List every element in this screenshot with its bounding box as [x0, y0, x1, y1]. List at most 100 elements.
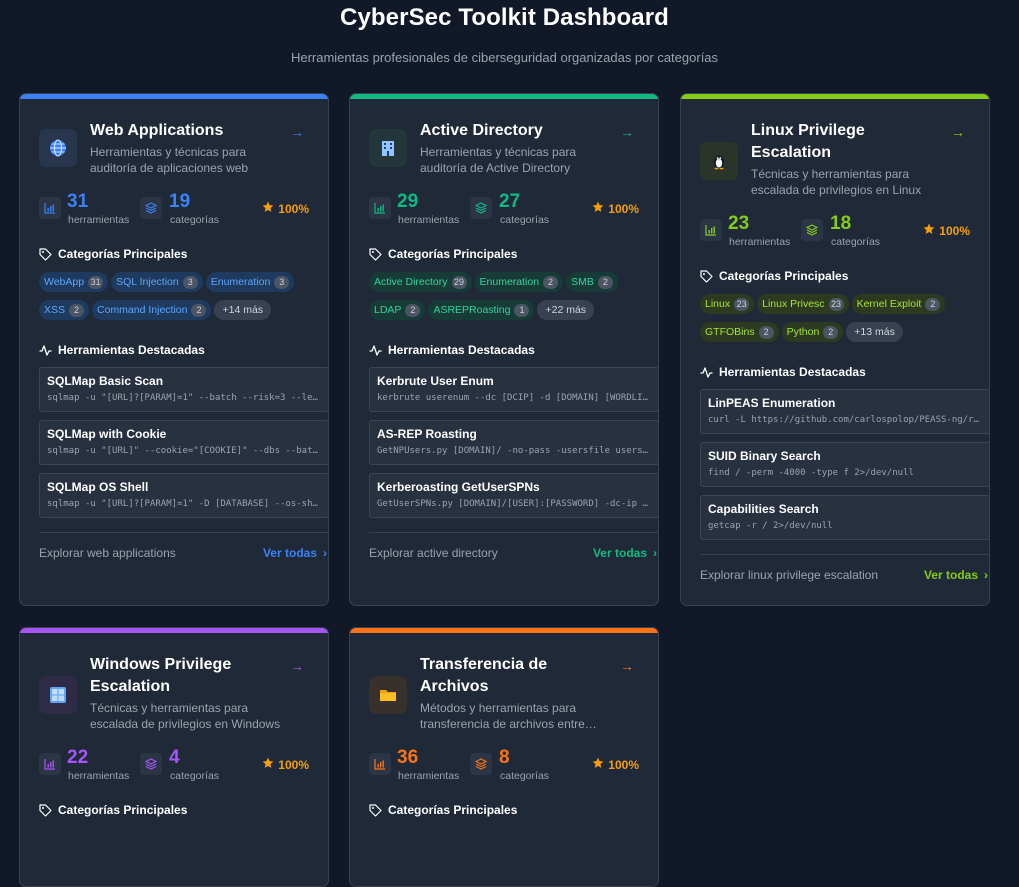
category-chip[interactable]: Command Injection 2: [92, 300, 212, 320]
category-chip[interactable]: Enumeration 2: [474, 272, 564, 292]
tool-name: SQLMap OS Shell: [47, 480, 149, 494]
category-chip[interactable]: XSS 2: [39, 300, 90, 320]
tools-label: herramientas: [398, 770, 460, 782]
tag-icon: [39, 803, 52, 817]
tool-command: GetUserSPNs.py [DOMAIN]/[USER]:[PASSWORD…: [377, 499, 651, 509]
arrow-right-icon[interactable]: →: [620, 124, 634, 140]
categories-label: categorías: [831, 236, 881, 248]
tool-command: getcap -r / 2>/dev/null: [708, 521, 833, 531]
tool-item[interactable]: SQLMap Basic Scan sqlmap -u "[URL]?[PARAM…: [39, 367, 328, 412]
chip-label: Linux: [705, 298, 731, 310]
main-categories-heading: Categorías Principales: [369, 803, 517, 817]
chip-count: 2: [823, 325, 839, 339]
category-chip[interactable]: ASREPRoasting 1: [428, 300, 535, 320]
tool-name: AS-REP Roasting: [377, 427, 477, 441]
arrow-right-icon[interactable]: →: [951, 124, 965, 140]
arrow-right-icon[interactable]: →: [290, 124, 304, 140]
rating: 100%: [262, 757, 309, 772]
chip-label: Enumeration: [210, 276, 271, 288]
card-title[interactable]: Active Directory: [420, 120, 610, 142]
tool-item[interactable]: LinPEAS Enumeration curl -L https://githu…: [700, 389, 989, 434]
card-description: Métodos y herramientas para transferenci…: [420, 701, 597, 731]
chip-count: 2: [191, 303, 207, 317]
category-chip[interactable]: GTFOBins 2: [700, 322, 779, 342]
tools-label: herramientas: [398, 214, 460, 226]
more-chip[interactable]: +22 más: [537, 300, 595, 320]
category-chip[interactable]: LDAP 2: [369, 300, 426, 320]
tool-command: kerbrute userenum --dc [DCIP] -d [DOMAIN…: [377, 393, 651, 403]
see-all-link[interactable]: Ver todas ›: [593, 546, 657, 560]
chip-count: 23: [734, 297, 750, 311]
chip-label: ASREPRoasting: [433, 304, 511, 316]
rating-value: 100%: [608, 757, 639, 772]
tool-command: GetNPUsers.py [DOMAIN]/ -no-pass -usersf…: [377, 446, 651, 456]
chevron-right-icon: ›: [653, 546, 657, 560]
more-chip[interactable]: +14 más: [214, 300, 272, 320]
chip-label: Python: [786, 326, 820, 338]
tool-item[interactable]: Capabilities Search getcap -r / 2>/dev/nu…: [700, 495, 989, 540]
tool-item[interactable]: Kerberoasting GetUserSPNs GetUserSPNs.py …: [369, 473, 658, 518]
card-title[interactable]: Windows Privilege Escalation: [90, 654, 280, 698]
tool-item[interactable]: AS-REP Roasting GetNPUsers.py [DOMAIN]/ -…: [369, 420, 658, 465]
tool-name: SQLMap Basic Scan: [47, 374, 164, 388]
categories-label: categorías: [500, 214, 550, 226]
category-chip[interactable]: Active Directory 29: [369, 272, 472, 292]
tool-item[interactable]: SQLMap OS Shell sqlmap -u "[URL]?[PARAM]=…: [39, 473, 328, 518]
category-chip[interactable]: Kernel Exploit 2: [851, 294, 946, 314]
pulse-icon: [700, 366, 713, 379]
pulse-icon: [369, 344, 382, 357]
main-categories-heading: Categorías Principales: [700, 269, 848, 283]
category-card[interactable]: Transferencia de Archivos Métodos y herra…: [349, 627, 659, 887]
category-chip[interactable]: SMB 2: [566, 272, 618, 292]
category-chip[interactable]: SQL Injection 3: [111, 272, 203, 292]
category-chip[interactable]: Linux Privesc 23: [757, 294, 849, 314]
card-title[interactable]: Web Applications: [90, 120, 280, 142]
rating-value: 100%: [278, 201, 309, 216]
chip-label: SMB: [571, 276, 594, 288]
category-card[interactable]: Linux Privilege Escalation Técnicas y her…: [680, 93, 990, 606]
more-chip[interactable]: +13 más: [846, 322, 903, 342]
category-card[interactable]: Windows Privilege Escalation Técnicas y h…: [19, 627, 329, 887]
chart-icon: [39, 753, 61, 775]
tools-count: 23: [728, 213, 750, 234]
tools-count: 29: [397, 191, 419, 212]
card-accent-bar: [20, 628, 328, 633]
tool-item[interactable]: SQLMap with Cookie sqlmap -u "[URL]" --co…: [39, 420, 328, 465]
chart-icon: [39, 197, 61, 219]
tag-icon: [369, 247, 382, 261]
see-all-link[interactable]: Ver todas ›: [924, 568, 988, 582]
tool-item[interactable]: Kerbrute User Enum kerbrute userenum --dc…: [369, 367, 658, 412]
tools-label: herramientas: [68, 770, 130, 782]
see-all-link[interactable]: Ver todas ›: [263, 546, 327, 560]
tool-name: Kerberoasting GetUserSPNs: [377, 480, 540, 494]
explore-link[interactable]: Explorar linux privilege escalation: [700, 568, 878, 582]
category-chip[interactable]: WebApp 31: [39, 272, 109, 292]
tool-item[interactable]: SUID Binary Search find / -perm -4000 -ty…: [700, 442, 989, 487]
category-chip[interactable]: Python 2: [781, 322, 844, 342]
tool-name: SQLMap with Cookie: [47, 427, 167, 441]
explore-link[interactable]: Explorar web applications: [39, 546, 176, 560]
categories-count: 8: [499, 747, 510, 768]
card-accent-bar: [350, 628, 658, 633]
featured-tools-heading: Herramientas Destacadas: [369, 343, 535, 357]
rating: 100%: [923, 223, 970, 238]
chip-count: 23: [828, 297, 844, 311]
explore-link[interactable]: Explorar active directory: [369, 546, 498, 560]
card-description: Técnicas y herramientas para escalada de…: [751, 167, 922, 197]
card-title[interactable]: Transferencia de Archivos: [420, 654, 610, 698]
category-chip[interactable]: Linux 23: [700, 294, 755, 314]
card-title[interactable]: Linux Privilege Escalation: [751, 120, 941, 164]
tool-command: curl -L https://github.com/carlospolop/P…: [708, 415, 982, 425]
see-all-label: Ver todas: [923, 568, 978, 582]
card-description: Herramientas y técnicas para auditoría d…: [90, 145, 249, 175]
category-chip[interactable]: Enumeration 3: [205, 272, 295, 292]
see-all-label: Ver todas: [592, 546, 647, 560]
arrow-right-icon[interactable]: →: [290, 658, 304, 674]
categories-count: 18: [830, 213, 852, 234]
arrow-right-icon[interactable]: →: [620, 658, 634, 674]
tag-icon: [39, 247, 52, 261]
category-card[interactable]: Web Applications Herramientas y técnicas …: [19, 93, 329, 606]
rating-value: 100%: [278, 757, 309, 772]
pulse-icon: [39, 344, 52, 357]
category-card[interactable]: Active Directory Herramientas y técnicas …: [349, 93, 659, 606]
